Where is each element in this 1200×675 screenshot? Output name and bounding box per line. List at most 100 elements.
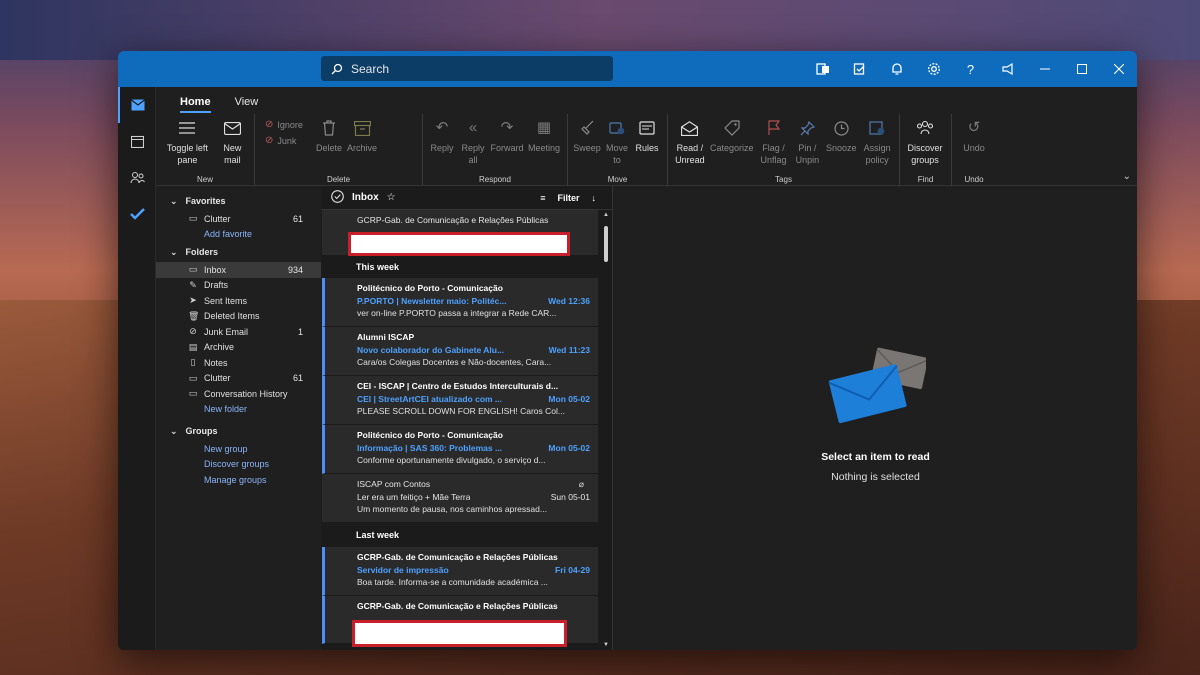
- folder-notes[interactable]: ▯ Notes: [156, 355, 321, 371]
- close-icon[interactable]: [1100, 51, 1137, 87]
- office-icon[interactable]: [804, 51, 841, 87]
- folder-conversation-history[interactable]: ▭ Conversation History: [156, 386, 321, 402]
- groups-header[interactable]: ⌄ Groups: [156, 421, 321, 441]
- message-subject: Informação | SAS 360: Problemas ...: [357, 443, 503, 453]
- tab-view[interactable]: View: [223, 96, 271, 113]
- groups-icon: [915, 118, 935, 138]
- folder-sent-items[interactable]: ➤ Sent Items: [156, 293, 321, 309]
- manage-groups-link[interactable]: Manage groups: [156, 472, 321, 488]
- send-icon: ➤: [189, 295, 197, 306]
- favorites-header[interactable]: ⌄ Favorites: [156, 191, 321, 211]
- folder-deleted-items[interactable]: 🗑︎ Deleted Items: [156, 309, 321, 325]
- search-box[interactable]: Search: [321, 56, 613, 81]
- group-move-label: Move: [607, 175, 628, 184]
- calendar-app-icon[interactable]: [118, 123, 156, 159]
- app-rail: [118, 87, 156, 650]
- message-item[interactable]: Politécnico do Porto - Comunicação Infor…: [322, 425, 598, 474]
- folder-pane: ⌄ Favorites ▭ Clutter 61 Add favorite ⌄ Fold…: [156, 186, 321, 650]
- favorite-clutter[interactable]: ▭ Clutter 61: [156, 211, 321, 227]
- flag-icon: [764, 118, 784, 138]
- gear-icon[interactable]: [915, 51, 952, 87]
- folders-title: Folders: [185, 247, 219, 257]
- junk-button[interactable]: ⊘ Junk: [265, 134, 313, 147]
- bell-icon[interactable]: [878, 51, 915, 87]
- group-header-last-week: Last week: [356, 530, 400, 540]
- whats-new-icon[interactable]: [841, 51, 878, 87]
- message-item[interactable]: GCRP-Gab. de Comunicação e Relações Públ…: [322, 547, 598, 596]
- add-favorite-link[interactable]: Add favorite: [156, 227, 321, 243]
- empty-state-subtitle: Nothing is selected: [831, 471, 920, 483]
- folder-archive[interactable]: ▤ Archive: [156, 340, 321, 356]
- message-item[interactable]: Alumni ISCAP Novo colaborador do Gabinet…: [322, 327, 598, 376]
- tag-icon: [722, 118, 742, 138]
- new-folder-link[interactable]: New folder: [156, 402, 321, 418]
- todo-app-icon[interactable]: [118, 195, 156, 231]
- delete-label: Delete: [315, 143, 342, 153]
- scroll-down-icon[interactable]: ▼: [603, 642, 609, 648]
- minimize-icon[interactable]: [1026, 51, 1063, 87]
- pin-label-2: Unpin: [795, 155, 820, 165]
- pin-icon: [797, 118, 817, 138]
- unread-count: 1: [297, 326, 303, 337]
- folder-junk-email[interactable]: ⊘ Junk Email 1: [156, 324, 321, 340]
- message-from: GCRP-Gab. de Comunicação e Relações Públ…: [357, 601, 558, 611]
- junk-label: Junk: [277, 135, 297, 146]
- new-group-link[interactable]: New group: [156, 441, 321, 457]
- filter-button[interactable]: ≡ Filter ↓: [540, 193, 596, 203]
- group-header-this-week: This week: [356, 262, 400, 272]
- reply-all-label-1: Reply: [461, 143, 485, 153]
- people-app-icon[interactable]: [118, 159, 156, 195]
- group-respond: ↶ Reply « Reply all ↷ Forward ▦ Meeting …: [423, 114, 568, 186]
- message-preview: Conforme oportunamente divulgado, o serv…: [357, 455, 546, 465]
- discover-label-1: Discover: [907, 143, 943, 153]
- archive-icon: [352, 118, 372, 138]
- toggle-label-2: pane: [177, 155, 198, 165]
- select-all-icon[interactable]: [331, 189, 344, 206]
- message-date: Sun 05-01: [550, 492, 590, 502]
- tab-home[interactable]: Home: [168, 96, 223, 113]
- scroll-up-icon[interactable]: ▲: [603, 212, 609, 218]
- filter-label: Filter: [557, 192, 580, 203]
- folder-label: Archive: [204, 342, 235, 353]
- discover-groups-link[interactable]: Discover groups: [156, 457, 321, 473]
- message-from: Alumni ISCAP: [357, 332, 415, 342]
- envelope-open-icon: [680, 118, 700, 138]
- group-delete: ⊘ Ignore ⊘ Junk Delete Archive Delete: [255, 114, 423, 186]
- message-preview: Um momento de pausa, nos caminhos apress…: [357, 504, 547, 514]
- trash-icon: 🗑︎: [188, 310, 200, 321]
- folder-clutter[interactable]: ▭ Clutter 61: [156, 371, 321, 387]
- group-tags: Read / Unread Categorize Flag / Unflag P…: [668, 114, 900, 186]
- folders-header[interactable]: ⌄ Folders: [156, 242, 321, 262]
- scrollbar-thumb[interactable]: [604, 226, 608, 262]
- forward-label: Forward: [490, 143, 524, 153]
- group-find: Discover groups Find: [900, 114, 952, 186]
- folder-label: Conversation History: [204, 388, 288, 399]
- folder-label: Sent Items: [204, 295, 248, 306]
- folder-label: Deleted Items: [204, 311, 260, 322]
- rules-icon: [637, 118, 657, 138]
- sort-icon[interactable]: ↓: [592, 193, 597, 203]
- message-item[interactable]: CEI - ISCAP | Centro de Estudos Intercul…: [322, 376, 598, 425]
- folder-inbox[interactable]: ▭ Inbox 934: [156, 262, 321, 278]
- folder-drafts[interactable]: ✎ Drafts: [156, 278, 321, 294]
- group-find-label: Find: [917, 175, 934, 184]
- help-icon[interactable]: ?: [952, 51, 989, 87]
- ignore-label: Ignore: [277, 119, 303, 130]
- move-to-label-1: Move: [605, 143, 628, 153]
- ignore-button[interactable]: ⊘ Ignore: [265, 118, 313, 131]
- notes-icon: ▯: [190, 357, 196, 368]
- redaction-box: [352, 620, 567, 647]
- message-date: Wed 12:36: [548, 296, 590, 306]
- feedback-icon[interactable]: [989, 51, 1026, 87]
- ribbon-collapse-chevron-icon[interactable]: ⌄: [1123, 171, 1131, 182]
- message-item[interactable]: ISCAP com Contos ⌀ Ler era um feitiço + M…: [322, 474, 598, 523]
- reply-label: Reply: [430, 143, 454, 153]
- mail-app-icon[interactable]: [118, 87, 156, 123]
- star-icon[interactable]: ☆: [387, 192, 396, 203]
- forward-icon: ↷: [500, 119, 514, 136]
- message-item[interactable]: Politécnico do Porto - Comunicação P.POR…: [322, 278, 598, 327]
- message-list: Inbox ☆ ≡ Filter ↓ GCRP-Gab. de Comunica…: [321, 186, 613, 650]
- move-to-label-2: to: [613, 155, 621, 165]
- maximize-icon[interactable]: [1063, 51, 1100, 87]
- reply-all-label-2: all: [468, 155, 478, 165]
